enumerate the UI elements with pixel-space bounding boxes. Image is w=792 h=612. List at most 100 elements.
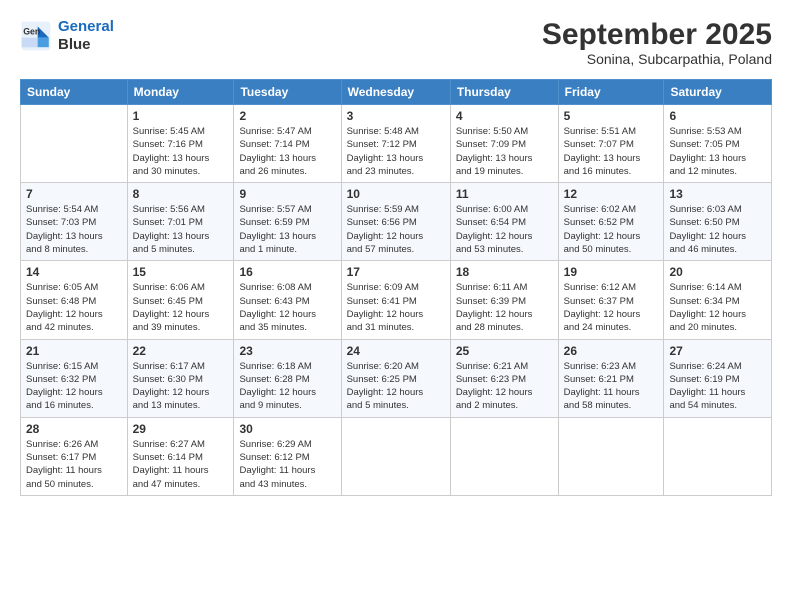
day-number: 17	[347, 265, 445, 279]
calendar-cell: 21 Sunrise: 6:15 AM Sunset: 6:32 PM Dayli…	[21, 339, 128, 417]
calendar-cell: 27 Sunrise: 6:24 AM Sunset: 6:19 PM Dayli…	[664, 339, 772, 417]
day-info: Sunrise: 6:29 AM Sunset: 6:12 PM Dayligh…	[239, 438, 335, 491]
calendar-subtitle: Sonina, Subcarpathia, Poland	[542, 51, 772, 67]
day-info: Sunrise: 6:15 AM Sunset: 6:32 PM Dayligh…	[26, 360, 122, 413]
day-info: Sunrise: 5:48 AM Sunset: 7:12 PM Dayligh…	[347, 125, 445, 178]
calendar-cell	[341, 417, 450, 495]
calendar-cell: 26 Sunrise: 6:23 AM Sunset: 6:21 PM Dayli…	[558, 339, 664, 417]
day-number: 5	[564, 109, 659, 123]
day-info: Sunrise: 6:02 AM Sunset: 6:52 PM Dayligh…	[564, 203, 659, 256]
calendar-cell	[664, 417, 772, 495]
day-number: 14	[26, 265, 122, 279]
day-number: 8	[133, 187, 229, 201]
calendar-cell: 22 Sunrise: 6:17 AM Sunset: 6:30 PM Dayli…	[127, 339, 234, 417]
calendar-cell: 13Sunrise: 6:03 AM Sunset: 6:50 PM Dayli…	[664, 183, 772, 261]
day-number: 23	[239, 344, 335, 358]
day-info: Sunrise: 5:57 AM Sunset: 6:59 PM Dayligh…	[239, 203, 335, 256]
day-info: Sunrise: 6:05 AM Sunset: 6:48 PM Dayligh…	[26, 281, 122, 334]
day-info: Sunrise: 5:53 AM Sunset: 7:05 PM Dayligh…	[669, 125, 766, 178]
day-number: 27	[669, 344, 766, 358]
day-info: Sunrise: 5:45 AM Sunset: 7:16 PM Dayligh…	[133, 125, 229, 178]
calendar-cell	[21, 105, 128, 183]
day-number: 22	[133, 344, 229, 358]
day-info: Sunrise: 5:50 AM Sunset: 7:09 PM Dayligh…	[456, 125, 553, 178]
page: Gen General Blue September 2025 Sonina, …	[0, 0, 792, 612]
calendar-cell: 2Sunrise: 5:47 AM Sunset: 7:14 PM Daylig…	[234, 105, 341, 183]
day-info: Sunrise: 6:21 AM Sunset: 6:23 PM Dayligh…	[456, 360, 553, 413]
day-info: Sunrise: 5:47 AM Sunset: 7:14 PM Dayligh…	[239, 125, 335, 178]
day-number: 7	[26, 187, 122, 201]
weekday-header-friday: Friday	[558, 80, 664, 105]
week-row-4: 21 Sunrise: 6:15 AM Sunset: 6:32 PM Dayli…	[21, 339, 772, 417]
day-number: 9	[239, 187, 335, 201]
calendar-cell	[558, 417, 664, 495]
calendar-cell: 16 Sunrise: 6:08 AM Sunset: 6:43 PM Dayli…	[234, 261, 341, 339]
day-number: 25	[456, 344, 553, 358]
day-info: Sunrise: 6:00 AM Sunset: 6:54 PM Dayligh…	[456, 203, 553, 256]
day-info: Sunrise: 6:27 AM Sunset: 6:14 PM Dayligh…	[133, 438, 229, 491]
day-info: Sunrise: 6:06 AM Sunset: 6:45 PM Dayligh…	[133, 281, 229, 334]
day-info: Sunrise: 6:24 AM Sunset: 6:19 PM Dayligh…	[669, 360, 766, 413]
day-number: 1	[133, 109, 229, 123]
day-number: 19	[564, 265, 659, 279]
weekday-header-saturday: Saturday	[664, 80, 772, 105]
day-number: 16	[239, 265, 335, 279]
weekday-header-wednesday: Wednesday	[341, 80, 450, 105]
day-number: 29	[133, 422, 229, 436]
week-row-3: 14 Sunrise: 6:05 AM Sunset: 6:48 PM Dayli…	[21, 261, 772, 339]
calendar-cell: 19Sunrise: 6:12 AM Sunset: 6:37 PM Dayli…	[558, 261, 664, 339]
day-number: 12	[564, 187, 659, 201]
day-number: 18	[456, 265, 553, 279]
calendar-cell: 4 Sunrise: 5:50 AM Sunset: 7:09 PM Daylig…	[450, 105, 558, 183]
calendar-cell: 14 Sunrise: 6:05 AM Sunset: 6:48 PM Dayli…	[21, 261, 128, 339]
calendar-cell: 18 Sunrise: 6:11 AM Sunset: 6:39 PM Dayli…	[450, 261, 558, 339]
calendar-cell: 25 Sunrise: 6:21 AM Sunset: 6:23 PM Dayli…	[450, 339, 558, 417]
calendar-cell: 8 Sunrise: 5:56 AM Sunset: 7:01 PM Daylig…	[127, 183, 234, 261]
calendar-table: SundayMondayTuesdayWednesdayThursdayFrid…	[20, 79, 772, 496]
calendar-title: September 2025	[542, 18, 772, 51]
calendar-cell: 6 Sunrise: 5:53 AM Sunset: 7:05 PM Daylig…	[664, 105, 772, 183]
day-number: 11	[456, 187, 553, 201]
day-number: 30	[239, 422, 335, 436]
day-number: 20	[669, 265, 766, 279]
calendar-cell: 7 Sunrise: 5:54 AM Sunset: 7:03 PM Daylig…	[21, 183, 128, 261]
week-row-1: 1 Sunrise: 5:45 AM Sunset: 7:16 PM Daylig…	[21, 105, 772, 183]
day-number: 4	[456, 109, 553, 123]
day-info: Sunrise: 6:26 AM Sunset: 6:17 PM Dayligh…	[26, 438, 122, 491]
day-info: Sunrise: 5:54 AM Sunset: 7:03 PM Dayligh…	[26, 203, 122, 256]
calendar-cell: 12 Sunrise: 6:02 AM Sunset: 6:52 PM Dayli…	[558, 183, 664, 261]
day-info: Sunrise: 6:18 AM Sunset: 6:28 PM Dayligh…	[239, 360, 335, 413]
day-info: Sunrise: 6:23 AM Sunset: 6:21 PM Dayligh…	[564, 360, 659, 413]
calendar-cell: 17 Sunrise: 6:09 AM Sunset: 6:41 PM Dayli…	[341, 261, 450, 339]
day-number: 21	[26, 344, 122, 358]
logo: Gen General Blue	[20, 18, 114, 54]
day-info: Sunrise: 6:17 AM Sunset: 6:30 PM Dayligh…	[133, 360, 229, 413]
title-block: September 2025 Sonina, Subcarpathia, Pol…	[542, 18, 772, 67]
day-info: Sunrise: 6:09 AM Sunset: 6:41 PM Dayligh…	[347, 281, 445, 334]
week-row-5: 28 Sunrise: 6:26 AM Sunset: 6:17 PM Dayli…	[21, 417, 772, 495]
week-row-2: 7 Sunrise: 5:54 AM Sunset: 7:03 PM Daylig…	[21, 183, 772, 261]
calendar-cell: 1 Sunrise: 5:45 AM Sunset: 7:16 PM Daylig…	[127, 105, 234, 183]
header: Gen General Blue September 2025 Sonina, …	[20, 18, 772, 67]
weekday-header-thursday: Thursday	[450, 80, 558, 105]
day-number: 24	[347, 344, 445, 358]
calendar-cell: 23 Sunrise: 6:18 AM Sunset: 6:28 PM Dayli…	[234, 339, 341, 417]
calendar-cell: 9 Sunrise: 5:57 AM Sunset: 6:59 PM Daylig…	[234, 183, 341, 261]
day-info: Sunrise: 6:08 AM Sunset: 6:43 PM Dayligh…	[239, 281, 335, 334]
day-info: Sunrise: 5:59 AM Sunset: 6:56 PM Dayligh…	[347, 203, 445, 256]
day-number: 26	[564, 344, 659, 358]
svg-text:Gen: Gen	[23, 26, 40, 36]
weekday-header-row: SundayMondayTuesdayWednesdayThursdayFrid…	[21, 80, 772, 105]
day-number: 28	[26, 422, 122, 436]
weekday-header-tuesday: Tuesday	[234, 80, 341, 105]
day-info: Sunrise: 5:56 AM Sunset: 7:01 PM Dayligh…	[133, 203, 229, 256]
day-number: 15	[133, 265, 229, 279]
logo-text: General Blue	[58, 18, 114, 54]
calendar-cell: 28 Sunrise: 6:26 AM Sunset: 6:17 PM Dayli…	[21, 417, 128, 495]
weekday-header-sunday: Sunday	[21, 80, 128, 105]
calendar-cell: 5Sunrise: 5:51 AM Sunset: 7:07 PM Daylig…	[558, 105, 664, 183]
day-info: Sunrise: 6:11 AM Sunset: 6:39 PM Dayligh…	[456, 281, 553, 334]
weekday-header-monday: Monday	[127, 80, 234, 105]
calendar-cell: 20Sunrise: 6:14 AM Sunset: 6:34 PM Dayli…	[664, 261, 772, 339]
day-number: 6	[669, 109, 766, 123]
